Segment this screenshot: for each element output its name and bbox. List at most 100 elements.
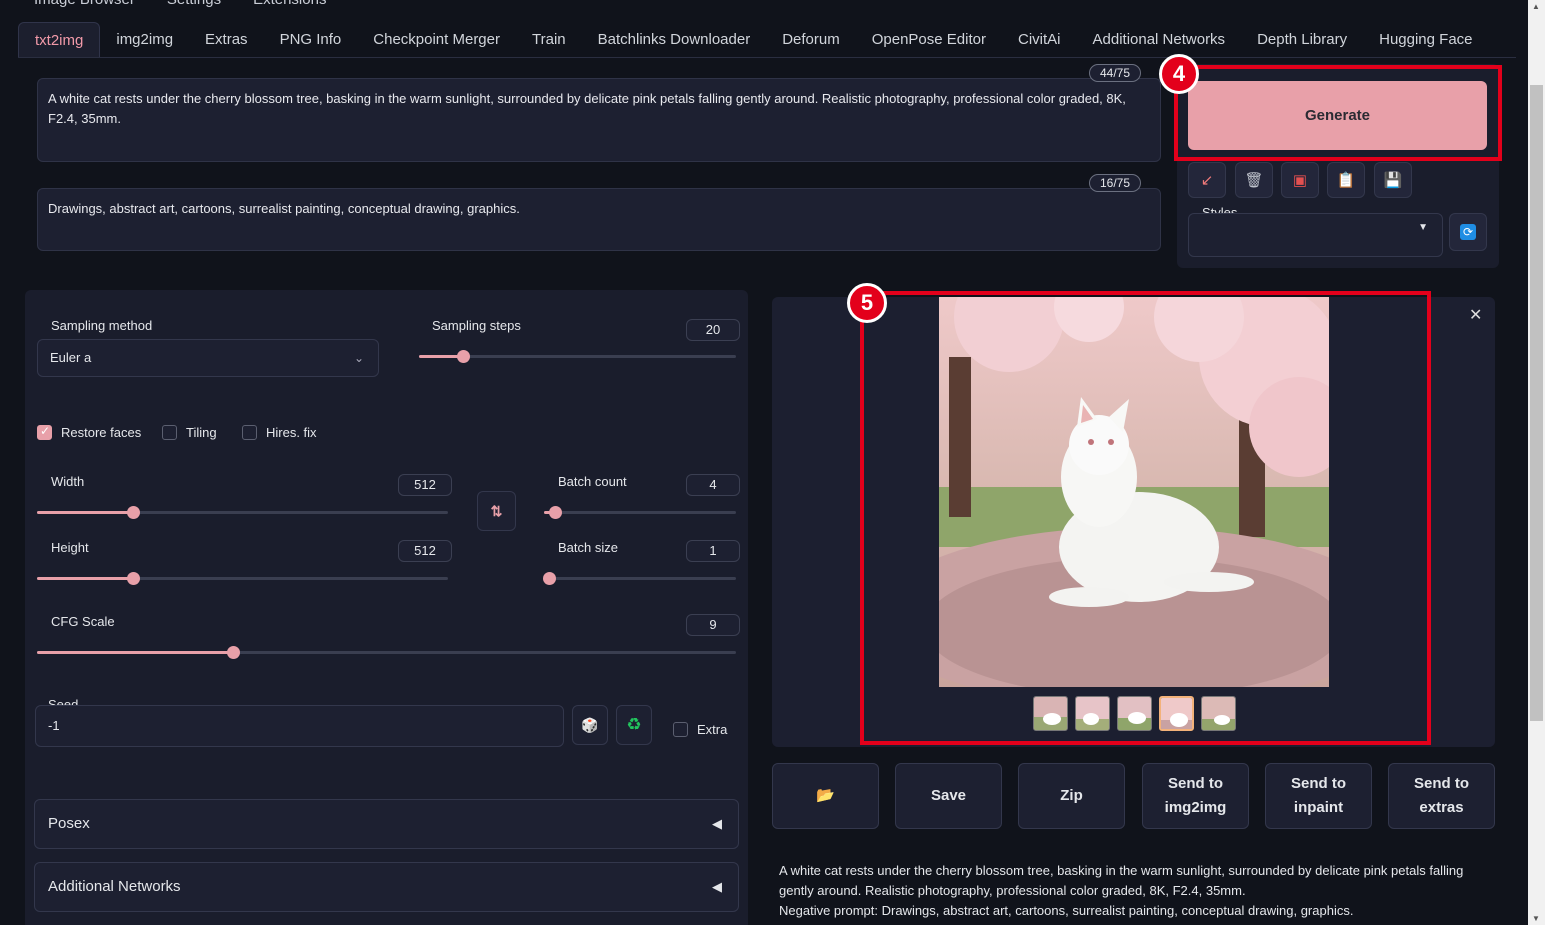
tab-batchlinks[interactable]: Batchlinks Downloader bbox=[582, 22, 767, 58]
generation-info-prompt: A white cat rests under the cherry bloss… bbox=[779, 863, 1464, 898]
positive-token-counter: 44/75 bbox=[1089, 64, 1142, 82]
tab-img2img[interactable]: img2img bbox=[100, 22, 189, 58]
collapse-arrow-icon: ◀ bbox=[712, 816, 722, 831]
tab-deforum[interactable]: Deforum bbox=[766, 22, 856, 58]
gallery-thumbnail-selected[interactable] bbox=[1159, 696, 1194, 731]
tab-extensions[interactable]: Extensions bbox=[237, 0, 342, 9]
generation-info-negative: Negative prompt: Drawings, abstract art,… bbox=[779, 903, 1354, 918]
refresh-styles-button[interactable]: ⟳ bbox=[1449, 213, 1487, 251]
sampling-method-value: Euler a bbox=[50, 350, 92, 365]
arrow-icon: ↙ bbox=[1200, 172, 1214, 189]
dropdown-caret-icon: ▼ bbox=[1418, 222, 1428, 233]
send-to-img2img-button[interactable]: Send to img2img bbox=[1142, 763, 1249, 829]
posex-accordion[interactable]: Posex ◀ bbox=[34, 799, 739, 849]
extra-seed-checkbox[interactable] bbox=[673, 722, 688, 737]
sampling-steps-slider[interactable] bbox=[419, 350, 736, 363]
tab-extras[interactable]: Extras bbox=[189, 22, 264, 58]
additional-networks-accordion[interactable]: Additional Networks ◀ bbox=[34, 862, 739, 912]
sampling-steps-input[interactable]: 20 bbox=[686, 319, 740, 341]
recycle-icon: ♻ bbox=[626, 715, 642, 734]
collapse-arrow-icon: ◀ bbox=[712, 879, 722, 894]
generation-info: A white cat rests under the cherry bloss… bbox=[779, 861, 1499, 921]
tab-checkpoint-merger[interactable]: Checkpoint Merger bbox=[357, 22, 516, 58]
save-style-button[interactable]: 💾 bbox=[1374, 162, 1412, 198]
save-button[interactable]: Save bbox=[895, 763, 1002, 829]
positive-prompt-input[interactable]: A white cat rests under the cherry bloss… bbox=[37, 78, 1161, 162]
top-tabs: Image Browser Settings Extensions bbox=[18, 0, 342, 9]
tab-divider bbox=[18, 57, 1516, 58]
additional-networks-label: Additional Networks bbox=[48, 878, 181, 895]
batch-size-input[interactable]: 1 bbox=[686, 540, 740, 562]
scroll-down-icon[interactable]: ▼ bbox=[1532, 914, 1540, 923]
batch-count-slider[interactable] bbox=[544, 506, 736, 519]
tab-civitai[interactable]: CivitAi bbox=[1002, 22, 1077, 58]
slider-thumb[interactable] bbox=[227, 646, 240, 659]
batch-size-label: Batch size bbox=[558, 540, 618, 555]
card-icon: ▣ bbox=[1292, 172, 1308, 189]
send-to-inpaint-button[interactable]: Send to inpaint bbox=[1265, 763, 1372, 829]
extra-networks-button[interactable]: ▣ bbox=[1281, 162, 1319, 198]
slider-thumb[interactable] bbox=[127, 572, 140, 585]
width-input[interactable]: 512 bbox=[398, 474, 452, 496]
tab-hugging-face[interactable]: Hugging Face bbox=[1363, 22, 1488, 58]
sampling-method-label: Sampling method bbox=[51, 318, 153, 333]
dice-icon: 🎲 bbox=[581, 716, 599, 733]
hires-fix-label: Hires. fix bbox=[266, 425, 317, 440]
save-icon: 💾 bbox=[1383, 172, 1403, 189]
annotation-badge-4: 4 bbox=[1159, 54, 1199, 94]
width-label: Width bbox=[51, 474, 85, 489]
posex-label: Posex bbox=[48, 815, 90, 832]
close-icon[interactable]: ✕ bbox=[1469, 305, 1482, 325]
restore-faces-checkbox[interactable] bbox=[37, 424, 52, 440]
cfg-scale-input[interactable]: 9 bbox=[686, 614, 740, 636]
read-params-button[interactable]: ↙ bbox=[1188, 162, 1226, 198]
width-slider[interactable] bbox=[37, 506, 448, 519]
open-folder-button[interactable]: 📂 bbox=[772, 763, 879, 829]
gallery-thumbnail[interactable] bbox=[1117, 696, 1152, 731]
random-seed-button[interactable]: 🎲 bbox=[572, 705, 608, 745]
height-input[interactable]: 512 bbox=[398, 540, 452, 562]
gallery-thumbnail[interactable] bbox=[1075, 696, 1110, 731]
tab-depth-library[interactable]: Depth Library bbox=[1241, 22, 1363, 58]
slider-thumb[interactable] bbox=[549, 506, 562, 519]
sampling-method-select[interactable]: Euler a ⌄ bbox=[37, 339, 379, 377]
cfg-scale-slider[interactable] bbox=[37, 646, 736, 659]
slider-thumb[interactable] bbox=[127, 506, 140, 519]
negative-token-counter: 16/75 bbox=[1089, 174, 1142, 192]
negative-prompt-input[interactable]: Drawings, abstract art, cartoons, surrea… bbox=[37, 188, 1161, 251]
tab-additional-networks[interactable]: Additional Networks bbox=[1077, 22, 1242, 58]
send-to-extras-button[interactable]: Send to extras bbox=[1388, 763, 1495, 829]
scroll-up-icon[interactable]: ▲ bbox=[1532, 2, 1540, 11]
tab-txt2img[interactable]: txt2img bbox=[18, 22, 101, 58]
hires-fix-checkbox[interactable] bbox=[242, 425, 257, 440]
tab-png-info[interactable]: PNG Info bbox=[264, 22, 358, 58]
gallery-thumbnail[interactable] bbox=[1201, 696, 1236, 731]
clipboard-icon: 📋 bbox=[1336, 172, 1356, 189]
styles-dropdown[interactable]: ▼ bbox=[1188, 213, 1443, 257]
gallery-thumbnails bbox=[1033, 696, 1236, 731]
slider-thumb[interactable] bbox=[457, 350, 470, 363]
tab-image-browser[interactable]: Image Browser bbox=[18, 0, 151, 9]
tab-settings[interactable]: Settings bbox=[151, 0, 237, 9]
batch-count-input[interactable]: 4 bbox=[686, 474, 740, 496]
tiling-checkbox[interactable] bbox=[162, 425, 177, 440]
scrollbar-thumb[interactable] bbox=[1530, 85, 1543, 721]
apply-style-button[interactable]: 📋 bbox=[1327, 162, 1365, 198]
gallery-thumbnail[interactable] bbox=[1033, 696, 1068, 731]
cfg-scale-label: CFG Scale bbox=[51, 614, 115, 629]
reuse-seed-button[interactable]: ♻ bbox=[616, 705, 652, 745]
annotation-box-output bbox=[860, 291, 1431, 745]
batch-count-label: Batch count bbox=[558, 474, 627, 489]
main-tabs: txt2img img2img Extras PNG Info Checkpoi… bbox=[18, 22, 1489, 58]
seed-input[interactable]: -1 bbox=[35, 705, 564, 747]
height-slider[interactable] bbox=[37, 572, 448, 585]
batch-size-slider[interactable] bbox=[543, 572, 736, 585]
swap-dimensions-button[interactable]: ⇅ bbox=[477, 491, 516, 531]
slider-thumb[interactable] bbox=[543, 572, 556, 585]
tab-openpose[interactable]: OpenPose Editor bbox=[856, 22, 1002, 58]
zip-button[interactable]: Zip bbox=[1018, 763, 1125, 829]
extra-seed-label: Extra bbox=[697, 722, 728, 737]
trash-icon: 🗑 bbox=[1244, 172, 1264, 189]
clear-prompt-button[interactable]: 🗑 bbox=[1235, 162, 1273, 198]
tab-train[interactable]: Train bbox=[516, 22, 582, 58]
